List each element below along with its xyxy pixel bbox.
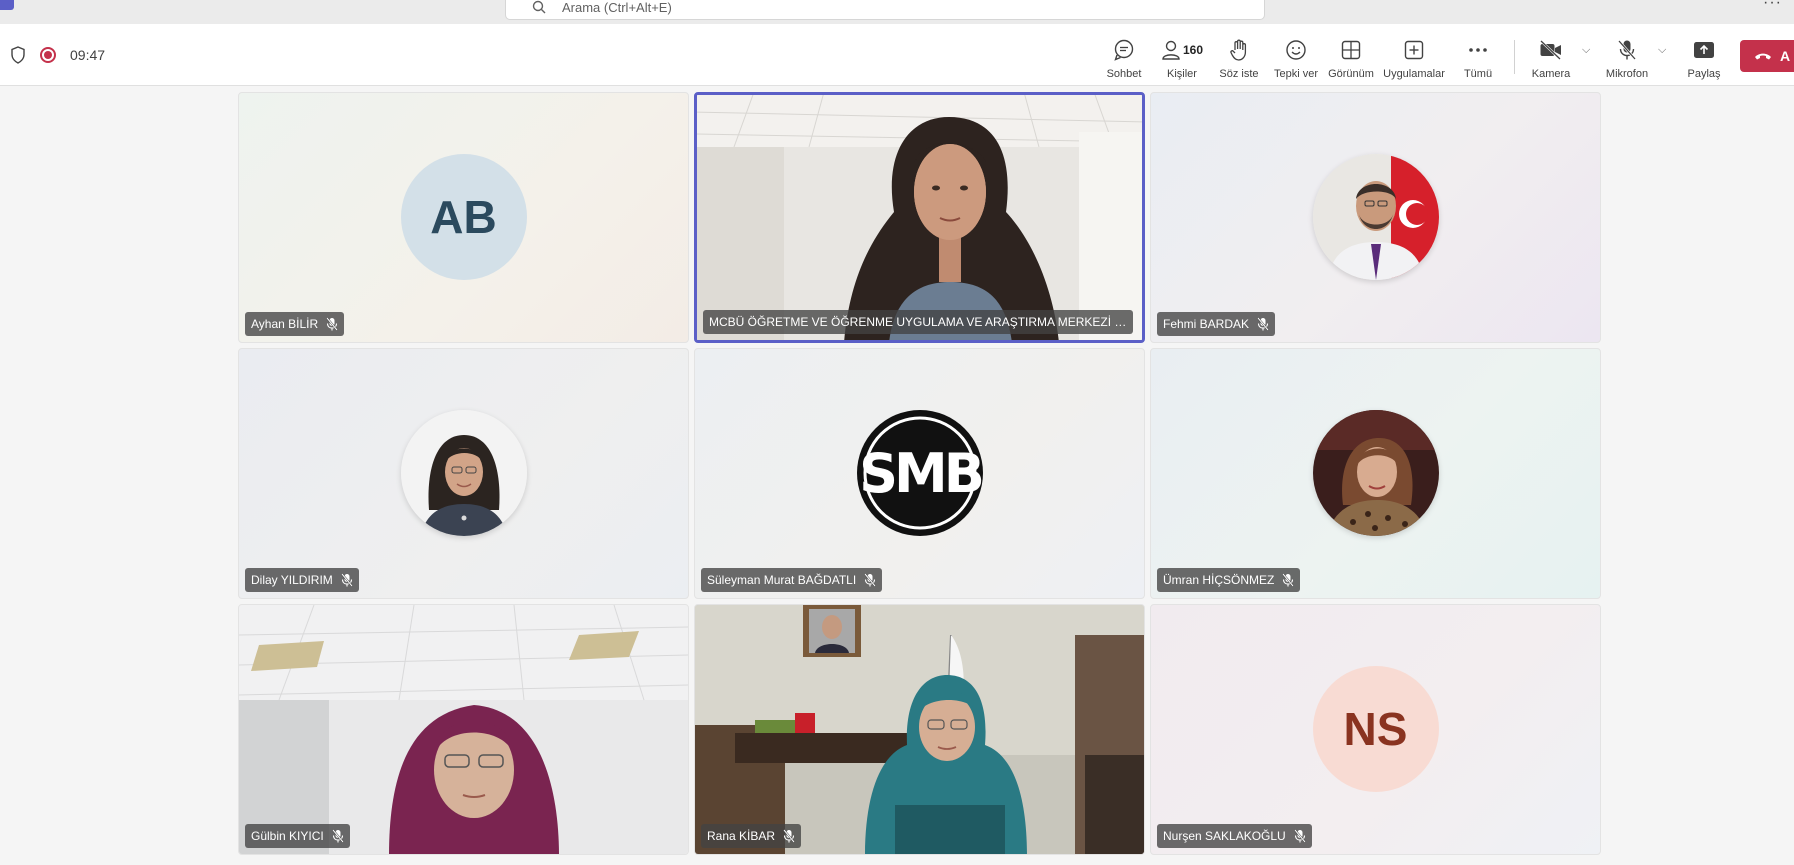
emoji-icon — [1286, 40, 1306, 60]
avatar-initials: NS — [1312, 665, 1439, 792]
more-actions-button[interactable]: Tümü — [1446, 38, 1510, 80]
settings-more-icon[interactable]: ··· — [1763, 0, 1782, 12]
apps-label: Uygulamalar — [1383, 68, 1445, 80]
react-label: Tepki ver — [1273, 68, 1319, 80]
participant-name: Rana KİBAR — [707, 829, 776, 843]
avatar-photo — [400, 409, 527, 536]
avatar-initials: AB — [400, 153, 527, 280]
phone-hangup-icon — [1755, 53, 1771, 60]
participant-video — [697, 95, 1142, 340]
mic-muted-icon — [783, 829, 795, 843]
camera-off-icon — [1540, 40, 1561, 60]
teams-logo-icon — [0, 0, 14, 10]
leave-button[interactable]: A — [1740, 40, 1794, 72]
more-icon — [1469, 48, 1487, 52]
mic-muted-icon — [341, 573, 353, 587]
participant-nametag: Rana KİBAR — [701, 824, 802, 848]
participant-nametag: Fehmi BARDAK — [1157, 312, 1276, 336]
participant-nametag: Ümran HİÇSÖNMEZ — [1157, 568, 1301, 592]
participant-nametag: Gülbin KIYICI — [245, 824, 350, 848]
participant-tile[interactable]: Fehmi BARDAK — [1150, 92, 1601, 343]
participant-nametag: MCBÜ ÖĞRETME VE ÖĞRENME UYGULAMA VE ARAŞ… — [703, 310, 1133, 334]
people-button[interactable]: 160 Kişiler — [1150, 38, 1214, 80]
mic-label: Mikrofon — [1605, 68, 1649, 80]
title-bar: Arama (Ctrl+Alt+E) ··· — [0, 0, 1794, 24]
smb-logo-text: SMB — [859, 442, 982, 505]
participant-nametag: Ayhan BİLİR — [245, 312, 345, 336]
camera-button[interactable]: Kamera — [1519, 38, 1583, 80]
camera-label: Kamera — [1531, 68, 1571, 80]
people-label: Kişiler — [1167, 68, 1197, 80]
participant-tile[interactable]: Gülbin KIYICI — [238, 604, 689, 855]
chat-label: Sohbet — [1106, 68, 1142, 80]
mic-options-chevron-icon[interactable]: ⌵ — [1658, 44, 1666, 57]
participant-tile[interactable]: NS Nurşen SAKLAKOĞLU — [1150, 604, 1601, 855]
participant-tile[interactable]: Rana KİBAR — [694, 604, 1145, 855]
share-screen-icon — [1694, 42, 1714, 58]
participant-name: Fehmi BARDAK — [1163, 317, 1250, 331]
add-apps-icon — [1404, 40, 1424, 60]
avatar-photo — [1312, 153, 1439, 280]
participant-name: Süleyman Murat BAĞDATLI — [707, 573, 857, 587]
participant-name: Gülbin KIYICI — [251, 829, 324, 843]
participant-nametag: Dilay YILDIRIM — [245, 568, 359, 592]
participant-tile[interactable]: AB Ayhan BİLİR — [238, 92, 689, 343]
search-icon — [532, 0, 546, 14]
mic-muted-icon — [331, 829, 344, 843]
mic-muted-icon — [1293, 829, 1306, 843]
participant-tile[interactable]: SMB Süleyman Murat BAĞDATLI — [694, 348, 1145, 599]
view-label: Görünüm — [1328, 68, 1374, 80]
participant-tile[interactable]: Ümran HİÇSÖNMEZ — [1150, 348, 1601, 599]
search-placeholder: Arama (Ctrl+Alt+E) — [562, 0, 672, 15]
chat-icon — [1114, 39, 1134, 61]
share-label: Paylaş — [1687, 68, 1721, 80]
shield-icon[interactable] — [10, 46, 26, 64]
people-icon — [1162, 40, 1180, 60]
meeting-toolbar: 09:47 Sohbet 160 Kişiler Söz iste Tepki … — [0, 24, 1794, 86]
participant-name: Ayhan BİLİR — [251, 317, 319, 331]
recording-indicator-icon — [40, 47, 56, 63]
mic-muted-icon — [326, 317, 338, 331]
participant-video — [239, 605, 688, 854]
participant-grid: AB Ayhan BİLİR MCBÜ ÖĞRETME VE ÖĞRENME U… — [238, 92, 1602, 865]
camera-options-chevron-icon[interactable]: ⌵ — [1582, 44, 1590, 57]
participant-tile[interactable]: Dilay YILDIRIM — [238, 348, 689, 599]
view-button[interactable]: Görünüm — [1319, 38, 1383, 80]
grid-view-icon — [1341, 40, 1361, 60]
raise-hand-icon — [1230, 39, 1247, 61]
mic-button[interactable]: Mikrofon — [1595, 38, 1659, 80]
search-input[interactable]: Arama (Ctrl+Alt+E) — [505, 0, 1265, 20]
mic-muted-icon — [864, 573, 876, 587]
chat-button[interactable]: Sohbet — [1092, 38, 1156, 80]
participant-name: Nurşen SAKLAKOĞLU — [1163, 829, 1286, 843]
mic-off-icon — [1618, 40, 1636, 60]
leave-label: A — [1780, 48, 1791, 64]
participant-nametag: Süleyman Murat BAĞDATLI — [701, 568, 883, 592]
participant-tile-active-speaker[interactable]: MCBÜ ÖĞRETME VE ÖĞRENME UYGULAMA VE ARAŞ… — [694, 92, 1145, 343]
raise-hand-label: Söz iste — [1219, 68, 1259, 80]
share-button[interactable]: Paylaş — [1672, 38, 1736, 80]
avatar-logo: SMB — [856, 409, 983, 536]
participant-nametag: Nurşen SAKLAKOĞLU — [1157, 824, 1312, 848]
participant-name: MCBÜ ÖĞRETME VE ÖĞRENME UYGULAMA VE ARAŞ… — [709, 315, 1127, 329]
toolbar-divider — [1514, 40, 1515, 74]
mic-muted-icon — [1282, 573, 1295, 587]
meeting-timer: 09:47 — [70, 47, 106, 63]
raise-hand-button[interactable]: Söz iste — [1207, 38, 1271, 80]
apps-button[interactable]: Uygulamalar — [1382, 38, 1446, 80]
participant-name: Dilay YILDIRIM — [251, 573, 333, 587]
avatar-photo — [1312, 409, 1439, 536]
mic-muted-icon — [1257, 317, 1269, 331]
more-label: Tümü — [1463, 68, 1493, 80]
people-count: 160 — [1182, 43, 1204, 57]
participant-name: Ümran HİÇSÖNMEZ — [1163, 573, 1275, 587]
participant-video — [695, 605, 1144, 854]
